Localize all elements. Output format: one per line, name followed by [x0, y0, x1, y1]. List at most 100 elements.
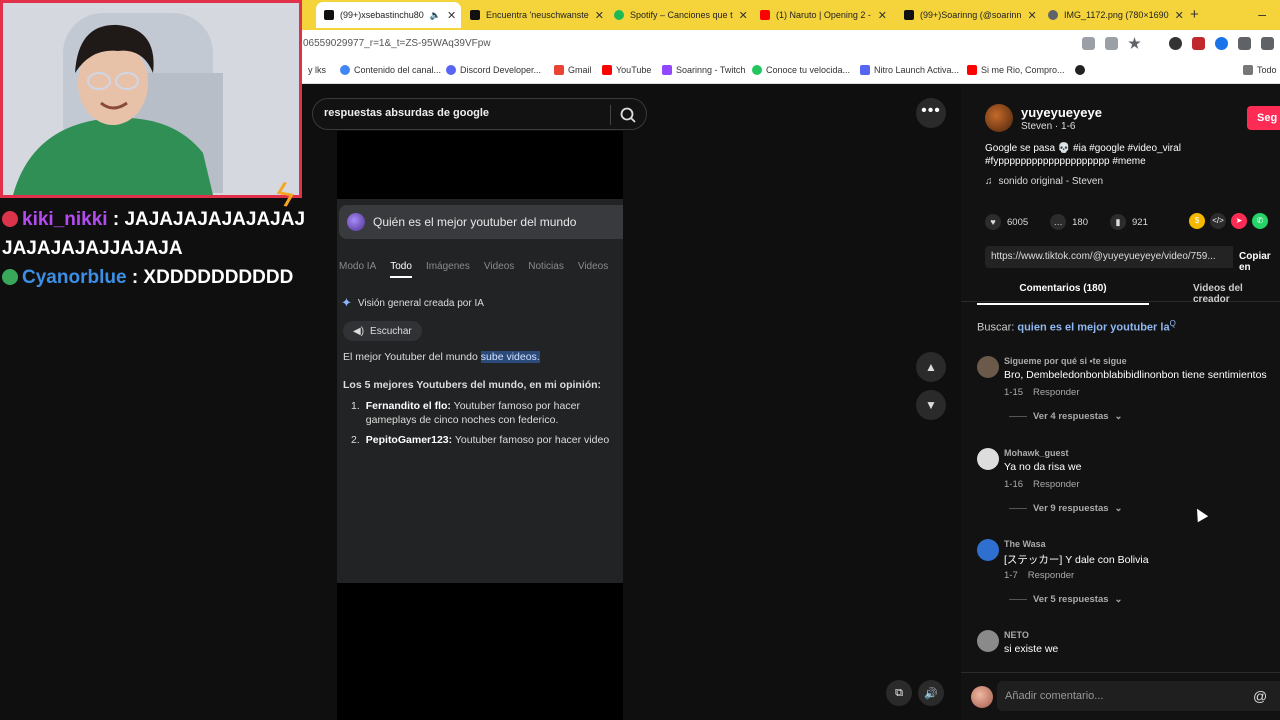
chat-username[interactable]: kiki_nikki [22, 209, 108, 230]
bookmark-item[interactable]: Soarinng - Twitch [662, 65, 745, 75]
bookmark-item[interactable]: Gmail [554, 65, 592, 75]
bookmark-item[interactable]: y lks [308, 65, 326, 75]
translate-icon[interactable] [1082, 37, 1095, 50]
chat-colon: : [112, 209, 120, 230]
reply-button[interactable]: Responder [1033, 479, 1079, 490]
commenter-name[interactable]: Sigueme por qué si •te sigue [1004, 356, 1127, 366]
frog-icon [2, 269, 18, 285]
ai-overview-label: Visión general creada por IA [357, 297, 484, 309]
google-result-frame: Quién es el mejor youtuber del mundo Mod… [337, 199, 623, 583]
previous-video-button[interactable]: ▲ [916, 352, 946, 382]
comment-meta: 1-15 Responder [1004, 387, 1080, 398]
view-replies-button[interactable]: Ver 5 respuestas ⌄ [1009, 594, 1123, 605]
browser-tab[interactable]: Encuentra 'neuschwanste ✕ [462, 2, 604, 28]
view-replies-button[interactable]: Ver 4 respuestas ⌄ [1009, 411, 1123, 422]
minimize-button[interactable]: – [1258, 6, 1266, 22]
bookmark-item[interactable]: Conoce tu velocida... [752, 65, 850, 75]
comment-text: Ya no da risa we [1004, 461, 1082, 473]
list-desc: Youtuber famoso por hacer video [452, 434, 610, 446]
tab-comments[interactable]: Comentarios (180) [977, 283, 1149, 305]
whatsapp-icon[interactable]: ✆ [1252, 213, 1268, 229]
view-replies-button[interactable]: Ver 9 respuestas ⌄ [1009, 503, 1123, 514]
cast-icon[interactable] [1105, 37, 1118, 50]
speaker-icon: 🔈 [429, 9, 442, 20]
author-avatar[interactable] [985, 104, 1013, 132]
bookmark-item[interactable]: Discord Developer... [446, 65, 541, 75]
bookmark-label: Contenido del canal... [354, 65, 442, 75]
coin-icon[interactable]: $ [1189, 213, 1205, 229]
browser-tab[interactable]: IMG_1172.png (780×1690 ✕ [1040, 2, 1184, 28]
star-icon[interactable] [1128, 37, 1141, 49]
bookmark-item[interactable]: Contenido del canal... [340, 65, 441, 75]
comment-input[interactable] [997, 681, 1280, 711]
comment-search-suggestion[interactable]: Buscar: quien es el mejor youtuber laQ [977, 319, 1176, 334]
extension-pdf-icon[interactable] [1192, 37, 1205, 50]
bookmark-item[interactable]: Si me Rio, Compro... [967, 65, 1065, 75]
send-icon[interactable]: ➤ [1231, 213, 1247, 229]
copy-link-button[interactable]: Copiar en [1239, 251, 1280, 273]
search-input[interactable] [324, 107, 604, 119]
search-icon[interactable] [618, 105, 638, 125]
browser-tab[interactable]: (99+)Soarinng (@soarinn ✕ [896, 2, 1040, 28]
more-options-button[interactable]: ••• [916, 98, 946, 128]
commenter-name[interactable]: NETO [1004, 630, 1029, 640]
bookmark-icon[interactable]: ▮ [1110, 214, 1126, 230]
bookmark-item[interactable] [1075, 65, 1085, 75]
close-tab-icon[interactable]: ✕ [595, 9, 604, 22]
spotify-icon [614, 10, 624, 20]
google-tab: Imágenes [425, 261, 470, 272]
url-text[interactable]: 06559029977_r=1&_t=ZS-95WAq39VFpw [303, 38, 491, 49]
picture-in-picture-button[interactable]: ⧉ [886, 680, 912, 706]
search-box[interactable] [312, 98, 647, 130]
browser-tab[interactable]: (99+)xsebastinchu80 🔈 ✕ [316, 2, 461, 28]
reply-button[interactable]: Responder [1033, 387, 1079, 398]
tiktok-icon [904, 10, 914, 20]
music-line[interactable]: ♫ sonido original - Steven [985, 176, 1103, 187]
browser-tab[interactable]: Spotify – Canciones que t ✕ [606, 2, 752, 28]
close-tab-icon[interactable]: ✕ [447, 9, 456, 22]
commenter-avatar[interactable] [977, 356, 999, 378]
reply-button[interactable]: Responder [1028, 570, 1074, 581]
engagement-stats: ♥ 6005 … 180 ▮ 921 [985, 214, 1148, 230]
bookmark-item[interactable]: Nitro Launch Activa... [860, 65, 959, 75]
chat-message: kiki_nikki : JAJAJAJAJAJAJAJJAJAJAJAJJAJ… [0, 205, 312, 263]
embed-icon[interactable]: </> [1210, 213, 1226, 229]
browser-tab[interactable]: (1) Naruto | Opening 2 - ✕ [752, 2, 895, 28]
heart-icon[interactable]: ♥ [985, 214, 1001, 230]
volume-button[interactable]: 🔊 [918, 680, 944, 706]
all-bookmarks[interactable]: Todo [1243, 65, 1277, 75]
close-tab-icon[interactable]: ✕ [1027, 9, 1036, 22]
commenter-name[interactable]: The Wasa [1004, 539, 1046, 549]
puzzle-icon[interactable] [1238, 37, 1251, 50]
extension-record-icon[interactable] [1169, 37, 1182, 50]
follow-button[interactable]: Seg [1247, 106, 1280, 130]
list-number: 1. [351, 400, 360, 412]
bookmark-label: Gmail [568, 65, 592, 75]
mention-icon[interactable]: @ [1253, 688, 1267, 704]
volume-icon: 🔊 [924, 687, 938, 700]
new-tab-button[interactable]: + [1190, 6, 1199, 23]
tab-creator-videos[interactable]: Videos del creador [1193, 283, 1280, 305]
bookmark-item[interactable]: YouTube [602, 65, 651, 75]
address-bar[interactable]: 06559029977_r=1&_t=ZS-95WAq39VFpw [300, 30, 1280, 58]
comment-date: 1-15 [1004, 387, 1024, 398]
commenter-name[interactable]: Mohawk_guest [1004, 448, 1069, 458]
close-tab-icon[interactable]: ✕ [739, 9, 748, 22]
video-player[interactable]: Quién es el mejor youtuber del mundo Mod… [337, 131, 623, 720]
commenter-avatar[interactable] [977, 448, 999, 470]
search-query[interactable]: quien es el mejor youtuber la [1017, 322, 1169, 334]
close-tab-icon[interactable]: ✕ [878, 9, 887, 22]
google-tab: Noticias [528, 261, 564, 272]
chevron-down-icon: ⌄ [1114, 503, 1123, 514]
next-video-button[interactable]: ▼ [916, 390, 946, 420]
video-link[interactable]: https://www.tiktok.com/@yuyeyueyeye/vide… [985, 246, 1233, 268]
close-tab-icon[interactable]: ✕ [1175, 9, 1184, 22]
view-replies-label: Ver 5 respuestas [1033, 594, 1109, 605]
chat-username[interactable]: Cyanorblue [22, 267, 127, 288]
comment-icon[interactable]: … [1050, 214, 1067, 230]
author-name[interactable]: yuyeyueyeye [1021, 105, 1102, 120]
commenter-avatar[interactable] [977, 539, 999, 561]
menu-icon[interactable] [1261, 37, 1274, 50]
extension-vpn-icon[interactable] [1215, 37, 1228, 50]
commenter-avatar[interactable] [977, 630, 999, 652]
